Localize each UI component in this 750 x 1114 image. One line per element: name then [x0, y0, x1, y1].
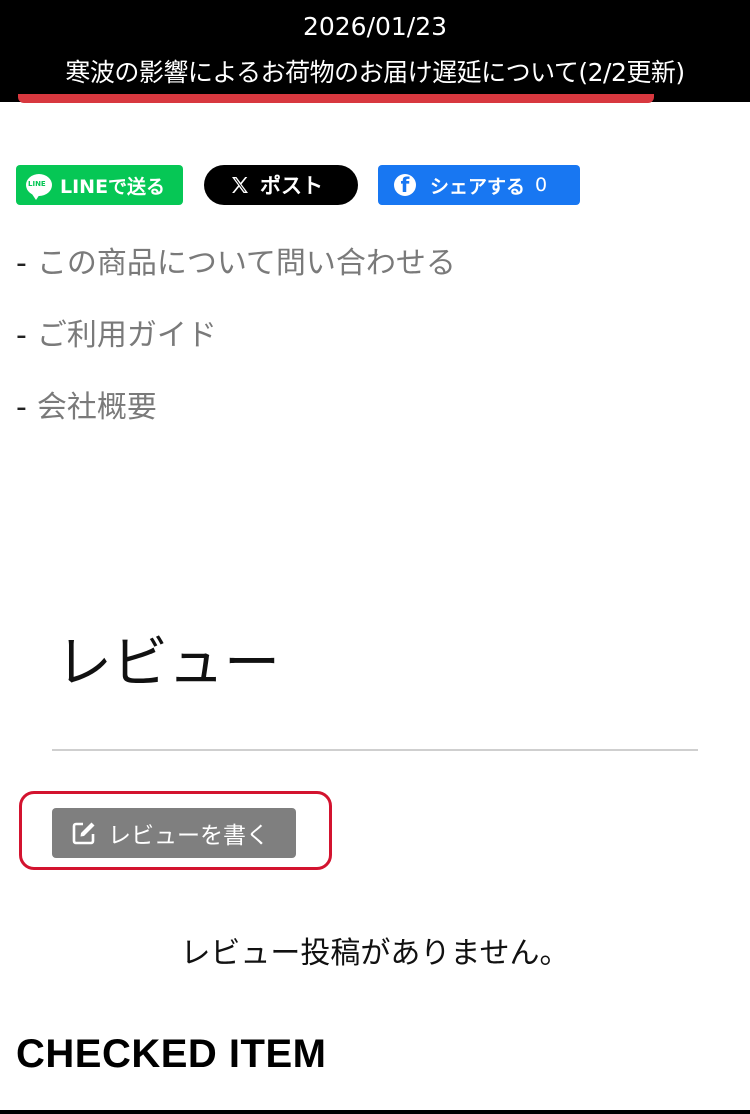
announcement-bar[interactable]: 2026/01/23 寒波の影響によるお荷物のお届け遅延について(2/2更新)	[0, 0, 750, 102]
write-review-label: レビューを書く	[108, 823, 269, 849]
announcement-date: 2026/01/23	[302, 12, 448, 41]
link-label[interactable]: ご利用ガイド	[37, 318, 217, 353]
link-dash: -	[16, 318, 27, 353]
product-page: 2026/01/23 寒波の影響によるお荷物のお届け遅延について(2/2更新) …	[0, 0, 750, 1114]
x-post-label: ポスト	[260, 174, 323, 198]
facebook-share-button[interactable]: f シェアする 0	[378, 165, 580, 205]
facebook-share-count: 0	[535, 174, 548, 196]
section-border	[0, 1110, 750, 1114]
line-logo-icon: LINE	[26, 174, 52, 200]
announcement-underline	[18, 94, 654, 103]
link-dash: -	[16, 246, 27, 281]
x-logo-icon	[230, 175, 250, 195]
link-dash: -	[16, 390, 27, 425]
facebook-share-label: シェアする	[430, 175, 526, 198]
link-label[interactable]: 会社概要	[37, 390, 157, 425]
review-section-title: レビュー	[56, 631, 280, 696]
link-label[interactable]: この商品について問い合わせる	[37, 246, 456, 281]
link-product-inquiry[interactable]: - この商品について問い合わせる	[16, 242, 456, 286]
write-review-button[interactable]: レビューを書く	[52, 808, 296, 858]
line-share-label: LINEで送る	[60, 175, 166, 198]
link-company-overview[interactable]: - 会社概要	[16, 386, 157, 430]
checked-item-heading: CHECKED ITEM	[16, 1032, 327, 1076]
review-divider	[52, 749, 698, 751]
no-reviews-message: レビュー投稿がありません。	[180, 936, 570, 971]
line-share-button[interactable]: LINE LINEで送る	[16, 165, 183, 205]
facebook-icon: f	[394, 174, 416, 196]
x-post-button[interactable]: ポスト	[204, 165, 358, 205]
announcement-title[interactable]: 寒波の影響によるお荷物のお届け遅延について(2/2更新)	[0, 56, 750, 90]
link-user-guide[interactable]: - ご利用ガイド	[16, 314, 217, 358]
edit-icon	[70, 819, 98, 847]
